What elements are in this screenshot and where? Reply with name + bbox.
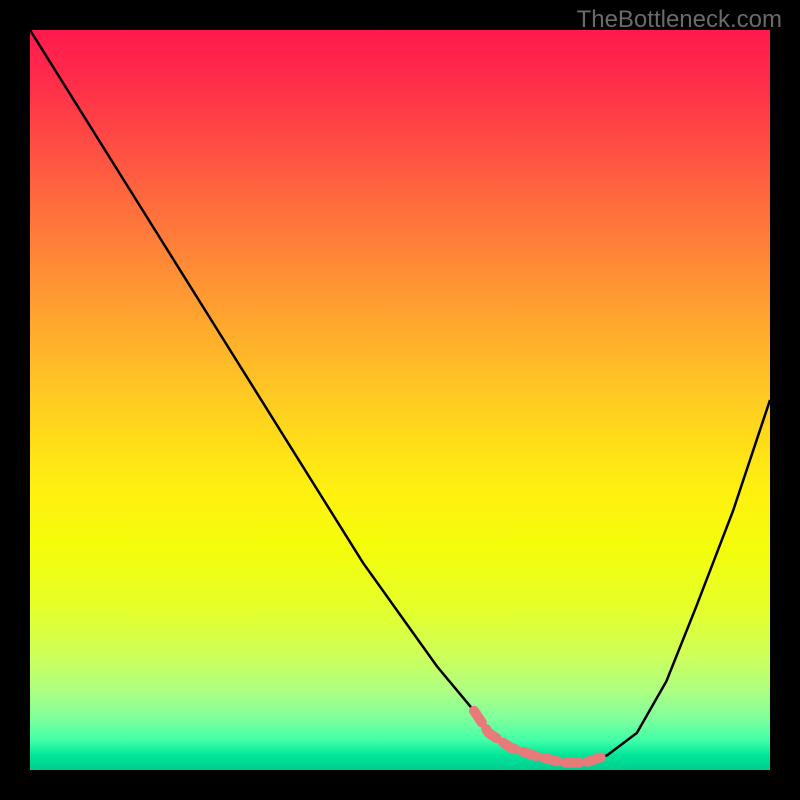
marker-band — [474, 711, 607, 763]
chart-plot-area — [30, 30, 770, 770]
watermark-text: TheBottleneck.com — [577, 6, 782, 34]
bottleneck-curve-line — [30, 30, 770, 763]
chart-svg — [30, 30, 770, 770]
